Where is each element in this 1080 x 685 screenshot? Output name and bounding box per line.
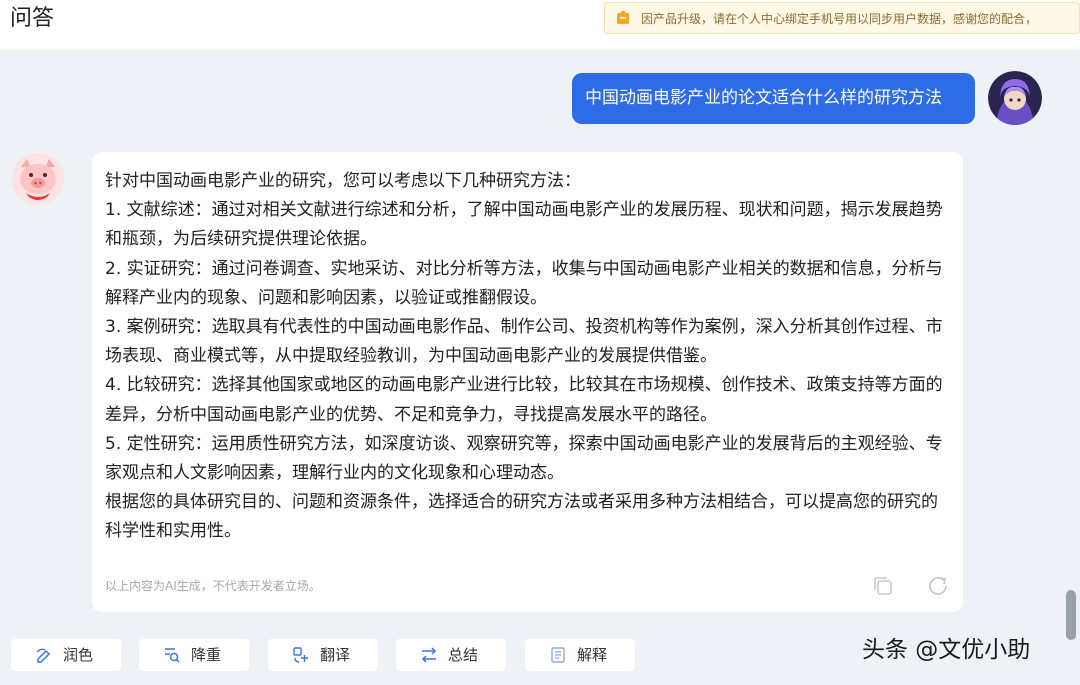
answer-intro: 针对中国动画电影产业的研究，您可以考虑以下几种研究方法： bbox=[105, 171, 581, 191]
regenerate-icon[interactable] bbox=[926, 574, 950, 598]
page-title: 问答 bbox=[10, 6, 55, 31]
translate-button[interactable]: 翻译 bbox=[268, 639, 378, 671]
dedupe-button[interactable]: 降重 bbox=[139, 639, 249, 671]
summarize-button[interactable]: 总结 bbox=[396, 639, 506, 671]
translate-icon bbox=[293, 647, 308, 663]
polish-button-label: 润色 bbox=[63, 646, 94, 664]
answer-body: 针对中国动画电影产业的研究，您可以考虑以下几种研究方法： 1. 文献综述：通过对… bbox=[105, 167, 945, 547]
notice-bell-icon bbox=[617, 11, 629, 24]
summarize-button-label: 总结 bbox=[448, 646, 479, 664]
user-avatar[interactable] bbox=[988, 71, 1042, 125]
answer-card: 针对中国动画电影产业的研究，您可以考虑以下几种研究方法： 1. 文献综述：通过对… bbox=[92, 152, 963, 612]
answer-item-1: 1. 文献综述：通过对相关文献进行综述和分析，了解中国动画电影产业的发展历程、现… bbox=[105, 200, 943, 250]
answer-item-3: 3. 案例研究：选取具有代表性的中国动画电影作品、制作公司、投资机构等作为案例，… bbox=[105, 317, 943, 367]
user-message-bubble: 中国动画电影产业的论文适合什么样的研究方法 bbox=[572, 73, 975, 124]
explain-button[interactable]: 解释 bbox=[525, 639, 635, 671]
answer-item-2: 2. 实证研究：通过问卷调查、实地采访、对比分析等方法，收集与中国动画电影产业相… bbox=[105, 258, 943, 308]
dedupe-icon bbox=[165, 648, 180, 663]
scrollbar-thumb[interactable] bbox=[1066, 590, 1076, 640]
copy-icon[interactable] bbox=[871, 574, 895, 598]
answer-item-4: 4. 比较研究：选择其他国家或地区的动画电影产业进行比较，比较其在市场规模、创作… bbox=[105, 375, 943, 425]
notice-text: 因产品升级，请在个人中心绑定手机号用以同步用户数据，感谢您的配合， bbox=[641, 12, 1038, 26]
notice-banner: 因产品升级，请在个人中心绑定手机号用以同步用户数据，感谢您的配合， bbox=[604, 2, 1080, 34]
top-bar: 问答 因产品升级，请在个人中心绑定手机号用以同步用户数据，感谢您的配合， bbox=[0, 0, 1080, 51]
ai-disclaimer: 以上内容为AI生成，不代表开发者立场。 bbox=[105, 579, 321, 593]
answer-item-5: 5. 定性研究：运用质性研究方法，如深度访谈、观察研究等，探索中国动画电影产业的… bbox=[105, 433, 943, 484]
assistant-avatar bbox=[12, 153, 64, 205]
polish-button[interactable]: 润色 bbox=[11, 639, 121, 671]
explain-button-label: 解释 bbox=[577, 646, 608, 664]
user-message-text: 中国动画电影产业的论文适合什么样的研究方法 bbox=[585, 88, 942, 108]
polish-icon bbox=[36, 648, 51, 663]
translate-button-label: 翻译 bbox=[320, 646, 351, 664]
watermark: 头条 @文优小助 bbox=[862, 637, 1031, 663]
user-avatar-icon bbox=[988, 71, 1042, 125]
summarize-icon bbox=[421, 647, 437, 663]
dedupe-button-label: 降重 bbox=[191, 646, 222, 664]
answer-conclusion: 根据您的具体研究目的、问题和资源条件，选择适合的研究方法或者采用多种方法相结合，… bbox=[105, 492, 938, 542]
pig-mascot-icon bbox=[12, 153, 64, 205]
explain-icon bbox=[551, 647, 565, 663]
